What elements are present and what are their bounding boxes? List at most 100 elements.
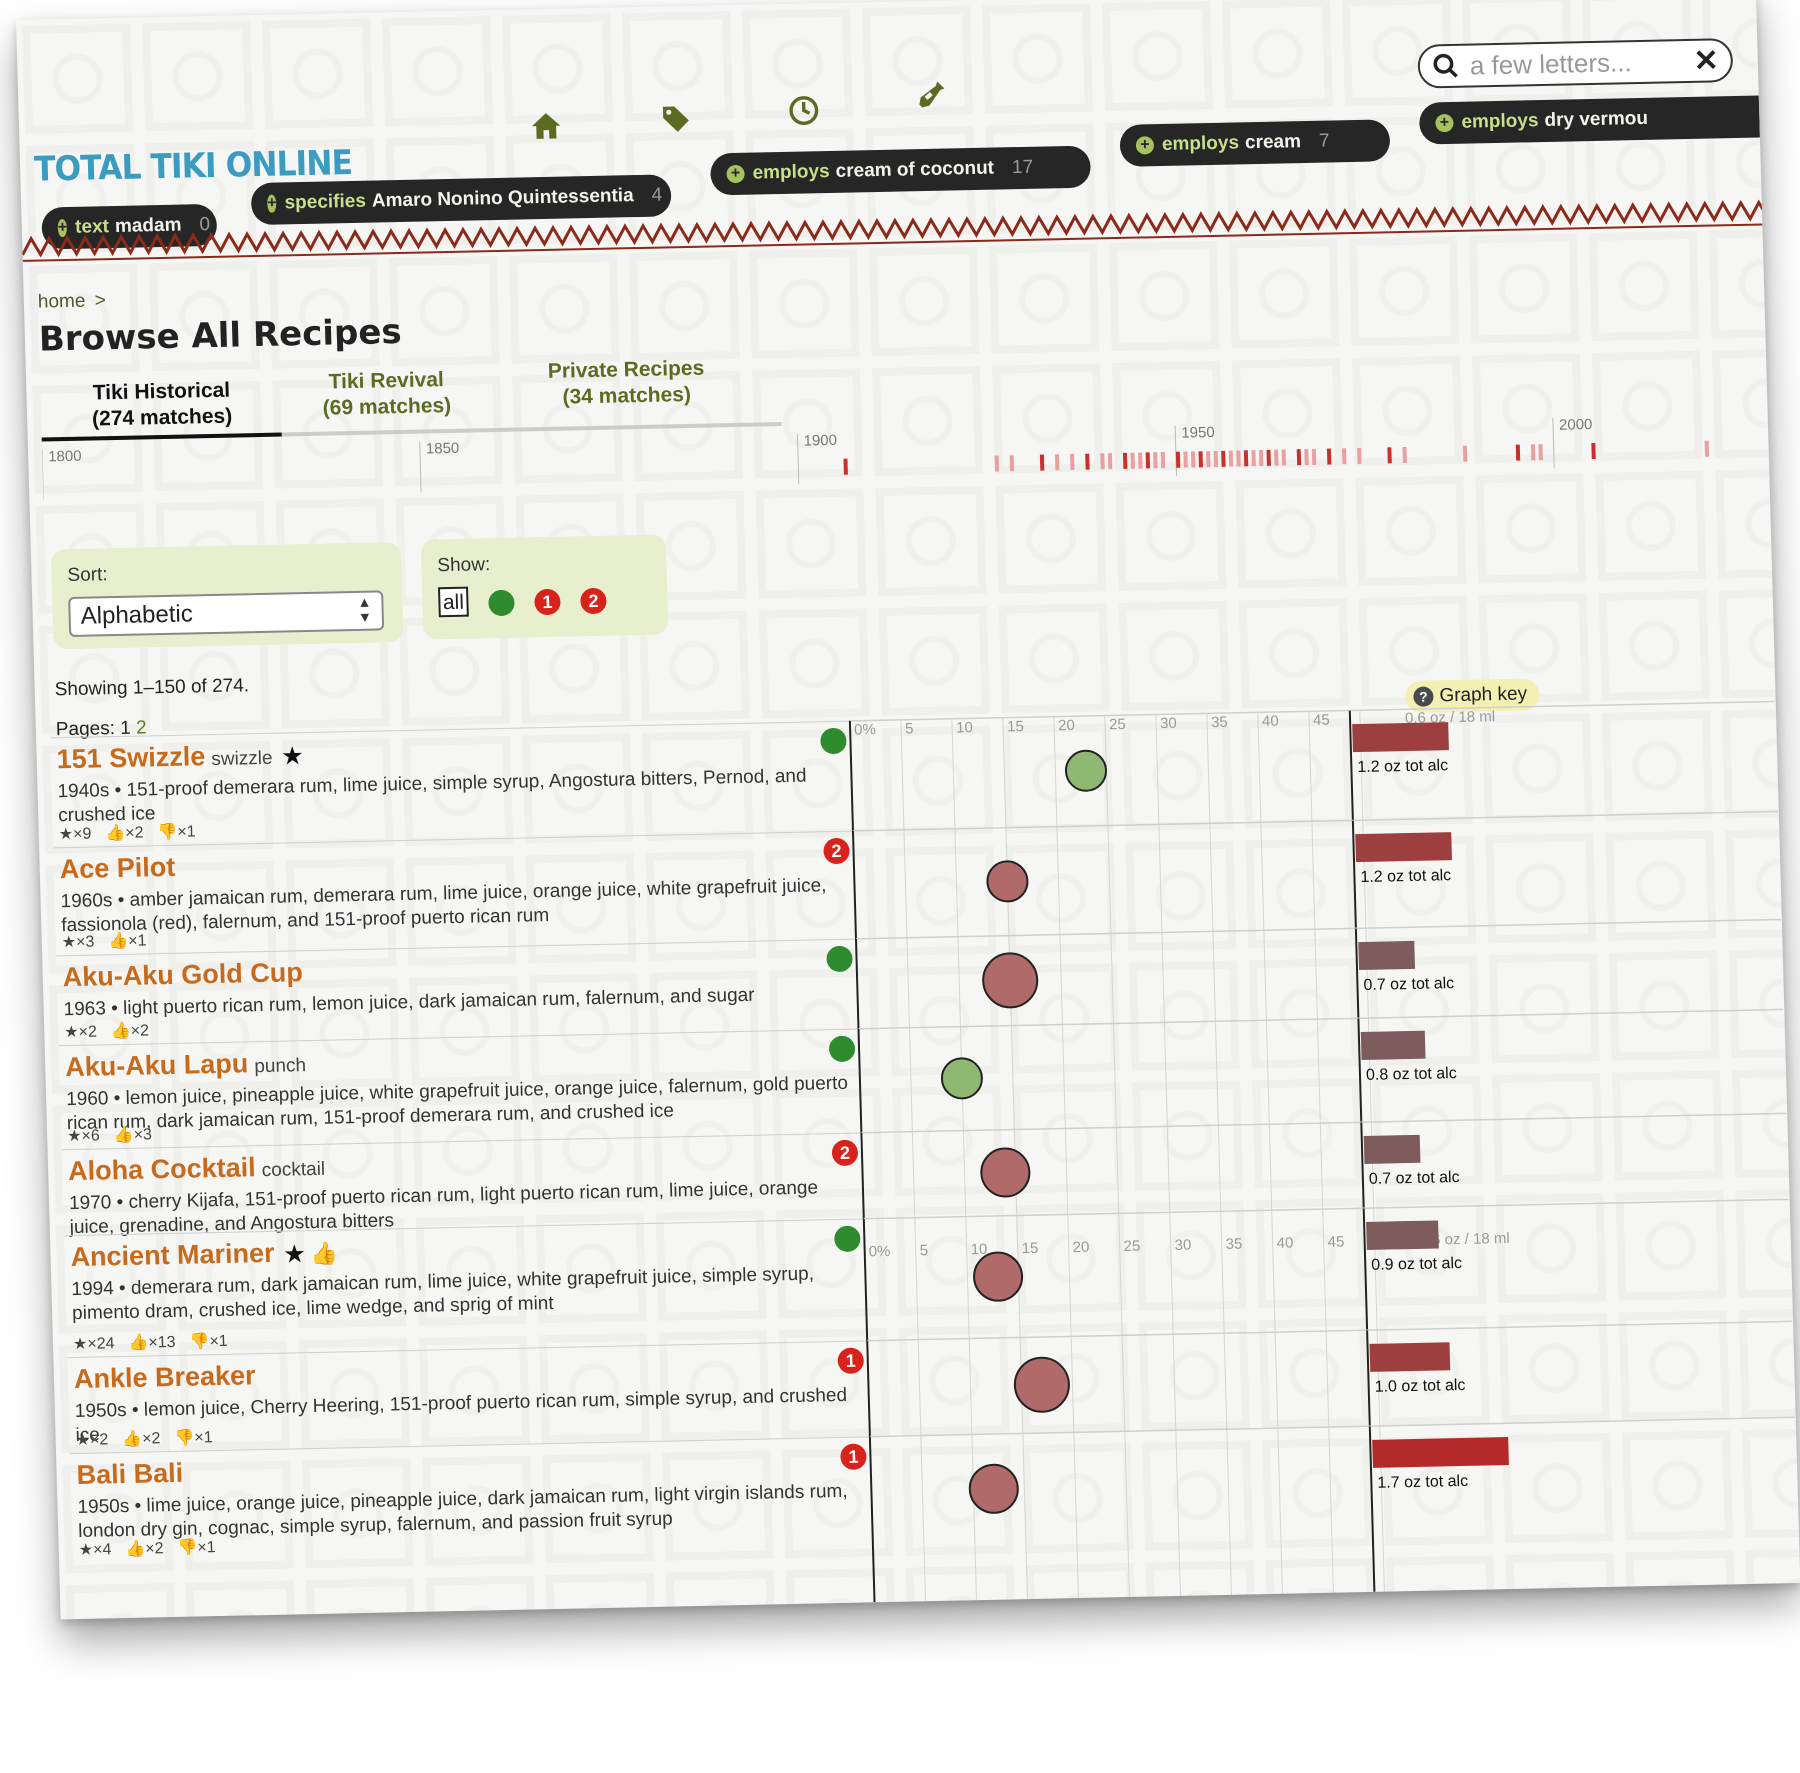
timeline-recipe-mark[interactable] — [1538, 444, 1543, 461]
timeline-tick — [1552, 417, 1555, 468]
timeline-recipe-mark[interactable] — [1402, 446, 1407, 464]
timeline-recipe-mark[interactable] — [843, 458, 848, 475]
abv-circle[interactable] — [1013, 1356, 1070, 1413]
show-two-toggle[interactable]: 2 — [580, 587, 607, 615]
graph-gridline — [1257, 712, 1283, 1594]
abv-circle[interactable] — [986, 860, 1029, 903]
timeline-recipe-mark[interactable] — [1138, 452, 1143, 469]
timeline-recipe-mark[interactable] — [1530, 444, 1536, 461]
timeline-recipe-mark[interactable] — [1258, 449, 1264, 467]
timeline-recipe-mark[interactable] — [1054, 454, 1060, 471]
timeline-recipe-mark[interactable] — [1296, 449, 1302, 466]
abv-circle[interactable] — [973, 1251, 1024, 1302]
search-box[interactable]: ✕ — [1417, 38, 1734, 89]
graph-pct-tick: 5 — [905, 720, 914, 737]
timeline-recipe-mark[interactable] — [1311, 448, 1317, 465]
timeline-recipe-mark[interactable] — [1206, 451, 1211, 468]
bottle-icon[interactable] — [913, 79, 948, 114]
timeline-recipe-mark[interactable] — [994, 455, 999, 472]
graph-pct-tick: 0% — [868, 1243, 890, 1260]
show-all-toggle[interactable]: all — [438, 586, 469, 618]
graph-pct-tick: 20 — [1058, 717, 1075, 734]
timeline-recipe-mark[interactable] — [1160, 452, 1166, 469]
timeline-recipe-mark[interactable] — [1175, 451, 1181, 468]
tab-private-recipes[interactable]: Private Recipes (34 matches) — [516, 355, 737, 412]
show-green-toggle[interactable] — [488, 589, 515, 617]
graph-pct-tick: 10 — [956, 719, 973, 736]
timeline-recipe-mark[interactable] — [1153, 452, 1158, 469]
abv-circle[interactable] — [980, 1147, 1031, 1198]
graph-pct-tick: 15 — [1007, 718, 1024, 735]
filter-term: cream of coconut — [835, 157, 995, 182]
tag-icon[interactable] — [659, 102, 694, 137]
filter-pill-cream[interactable]: + employs cream 7 — [1119, 119, 1391, 167]
breadcrumb-home[interactable]: home — [38, 291, 86, 313]
alc-bar — [1369, 1342, 1451, 1372]
timeline-recipe-mark[interactable] — [1228, 450, 1234, 467]
timeline-recipe-mark[interactable] — [1243, 450, 1249, 467]
tab-tiki-revival[interactable]: Tiki Revival (69 matches) — [286, 366, 487, 422]
timeline-recipe-mark[interactable] — [1085, 453, 1090, 470]
graph-pct-tick: 25 — [1123, 1238, 1140, 1255]
sort-panel: Sort: Alphabetic ▲ ▼ — [50, 542, 404, 650]
timeline-recipe-mark[interactable] — [1130, 452, 1135, 469]
timeline-recipe-mark[interactable] — [1274, 449, 1279, 466]
show-one-toggle[interactable]: 1 — [534, 588, 561, 616]
search-input[interactable] — [1467, 44, 1695, 83]
graph-gridline — [1308, 711, 1334, 1593]
home-icon[interactable] — [529, 109, 564, 144]
timeline-recipe-mark[interactable] — [1462, 445, 1468, 462]
filter-pill-cream-of-coconut[interactable]: + employs cream of coconut 17 — [709, 145, 1092, 196]
abv-circle[interactable] — [1064, 749, 1107, 792]
clock-icon[interactable] — [786, 93, 821, 128]
timeline-recipe-mark[interactable] — [1342, 448, 1347, 465]
timeline-recipe-mark[interactable] — [1070, 453, 1075, 471]
timeline-label: 1850 — [426, 440, 460, 458]
tab-matches: (274 matches) — [91, 404, 233, 431]
timeline-tick — [1174, 425, 1178, 476]
year-timeline[interactable]: 1800 1850 1900 1950 2000 — [41, 404, 1744, 530]
timeline-recipe-mark[interactable] — [1039, 454, 1045, 471]
timeline-recipe-mark[interactable] — [1190, 451, 1196, 468]
sort-select[interactable]: Alphabetic ▲ ▼ — [68, 590, 385, 638]
timeline-recipe-mark[interactable] — [1251, 450, 1256, 467]
timeline-recipe-mark[interactable] — [1198, 451, 1203, 468]
timeline-recipe-mark[interactable] — [1357, 447, 1362, 464]
timeline-recipe-mark[interactable] — [1107, 453, 1113, 470]
graph-pct-tick: 30 — [1174, 1237, 1191, 1254]
close-icon[interactable]: ✕ — [1693, 43, 1719, 79]
graph-row-line — [863, 1198, 1789, 1219]
timeline-recipe-mark[interactable] — [1266, 449, 1271, 466]
timeline-recipe-mark[interactable] — [1183, 451, 1188, 468]
timeline-recipe-mark[interactable] — [1281, 449, 1287, 466]
alc-bar — [1358, 940, 1416, 971]
filter-pill-dry-vermouth[interactable]: + employs dry vermou — [1418, 95, 1760, 145]
filter-prefix: specifies — [284, 190, 367, 214]
abv-circle[interactable] — [940, 1057, 983, 1100]
timeline-recipe-mark[interactable] — [1009, 455, 1015, 472]
timeline-recipe-mark[interactable] — [1704, 440, 1710, 457]
alc-bar — [1360, 1030, 1426, 1061]
timeline-label: 2000 — [1559, 416, 1593, 434]
timeline-recipe-mark[interactable] — [1145, 452, 1151, 469]
timeline-recipe-mark[interactable] — [1326, 448, 1332, 465]
timeline-label: 1900 — [803, 432, 837, 450]
timeline-recipe-mark[interactable] — [1213, 450, 1219, 467]
alc-label: 1.2 oz tot alc — [1357, 757, 1448, 776]
timeline-recipe-mark[interactable] — [1304, 449, 1309, 466]
timeline-recipe-mark[interactable] — [1236, 450, 1241, 467]
timeline-tick — [796, 433, 800, 484]
show-panel: Show: all 1 2 — [420, 534, 669, 640]
timeline-recipe-mark[interactable] — [1591, 443, 1596, 460]
timeline-recipe-mark[interactable] — [1100, 453, 1105, 470]
graph-row-line — [852, 810, 1778, 832]
timeline-recipe-mark[interactable] — [1387, 447, 1392, 464]
timeline-recipe-mark[interactable] — [1515, 444, 1521, 461]
alc-label: 1.7 oz tot alc — [1377, 1473, 1468, 1492]
tab-tiki-historical[interactable]: Tiki Historical (274 matches) — [66, 377, 257, 433]
timeline-recipe-mark[interactable] — [1221, 450, 1226, 467]
graph-gridline — [1053, 716, 1079, 1599]
timeline-recipe-mark[interactable] — [1122, 452, 1128, 469]
abv-circle[interactable] — [968, 1463, 1019, 1514]
abv-circle[interactable] — [982, 952, 1039, 1009]
